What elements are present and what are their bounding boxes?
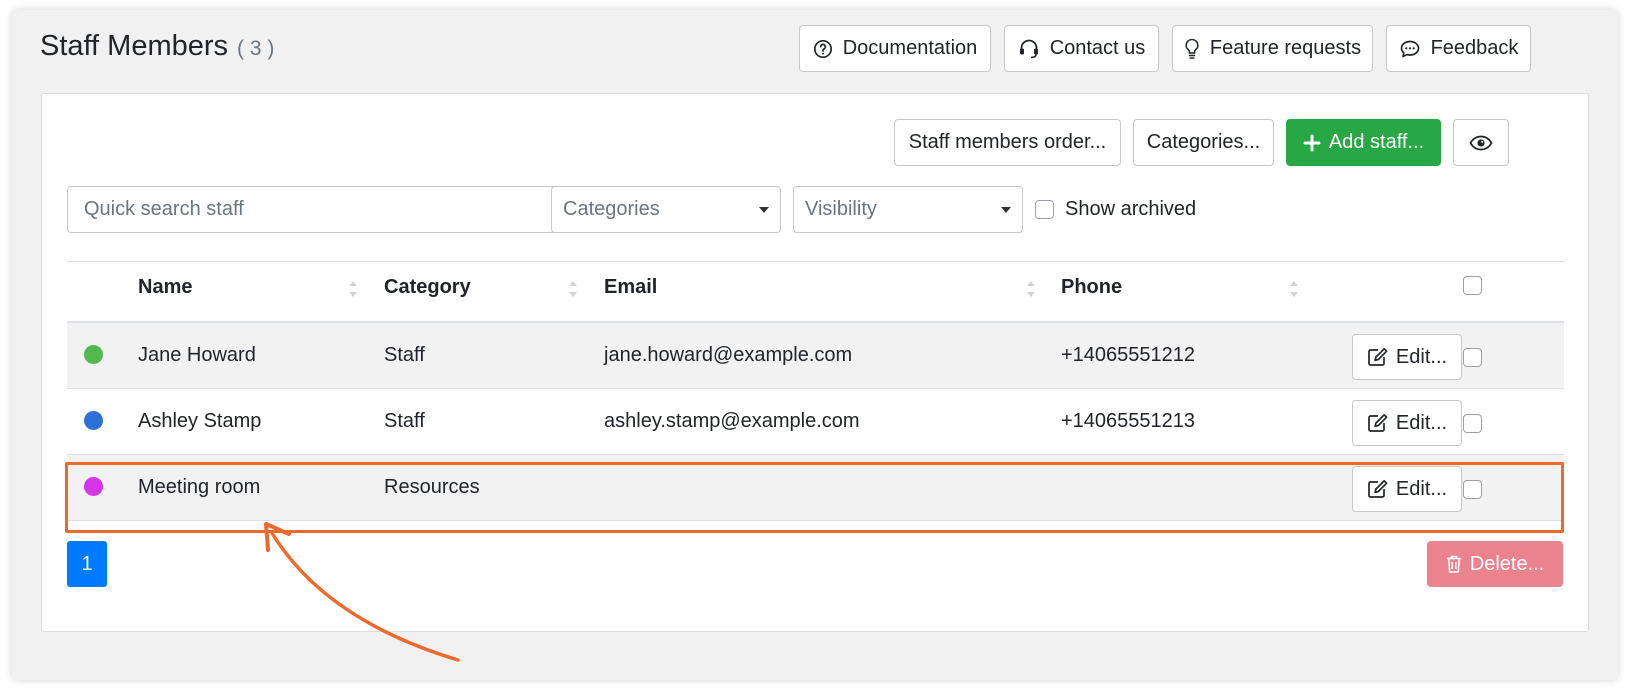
staff-count: ( 3 ) (237, 37, 275, 60)
staff-email: ashley.stamp@example.com (604, 410, 860, 432)
feature-requests-button[interactable]: Feature requests (1172, 25, 1373, 72)
show-archived-toggle[interactable]: Show archived (1035, 198, 1196, 221)
table-row: Jane Howard Staff jane.howard@example.co… (67, 323, 1564, 389)
categories-button[interactable]: Categories... (1133, 119, 1274, 166)
page-title-text: Staff Members (40, 30, 229, 62)
headset-icon (1019, 39, 1038, 58)
staff-name: Jane Howard (138, 344, 256, 366)
staff-name: Meeting room (138, 476, 261, 498)
edit-label: Edit... (1395, 411, 1448, 434)
lightbulb-icon (1185, 38, 1199, 59)
staff-category: Staff (384, 344, 425, 366)
add-staff-label: Add staff... (1328, 131, 1425, 153)
table-divider (67, 261, 1564, 262)
feedback-button[interactable]: Feedback (1386, 25, 1531, 72)
documentation-button[interactable]: Documentation (799, 25, 991, 72)
visibility-select-value: Visibility (805, 198, 877, 220)
sort-icon[interactable] (349, 280, 357, 298)
categories-select[interactable]: Categories (551, 186, 781, 233)
contact-us-label: Contact us (1049, 37, 1146, 59)
edit-label: Edit... (1395, 477, 1448, 500)
contact-us-button[interactable]: Contact us (1004, 25, 1159, 72)
chat-bubble-icon (1400, 40, 1419, 57)
question-circle-icon (813, 39, 832, 58)
visibility-select[interactable]: Visibility (793, 186, 1023, 233)
staff-category: Staff (384, 410, 425, 432)
staff-phone: +14065551213 (1061, 410, 1196, 432)
staff-name: Ashley Stamp (138, 410, 262, 432)
visibility-toggle-button[interactable] (1453, 119, 1509, 166)
staff-color-dot (84, 345, 103, 364)
feature-requests-label: Feature requests (1209, 37, 1362, 59)
staff-card: Staff members order... Categories... Add… (41, 93, 1589, 632)
staff-email: jane.howard@example.com (604, 344, 853, 366)
edit-label: Edit... (1395, 345, 1448, 368)
staff-color-dot (84, 411, 103, 430)
trash-icon (1446, 555, 1461, 573)
chevron-down-icon (1001, 206, 1011, 213)
edit-icon (1368, 347, 1388, 366)
delete-label: Delete... (1469, 552, 1545, 575)
column-header-name[interactable]: Name (138, 276, 192, 299)
edit-button[interactable]: Edit... (1352, 466, 1462, 512)
delete-button[interactable]: Delete... (1427, 541, 1563, 587)
sort-icon[interactable] (569, 280, 577, 298)
add-staff-button[interactable]: Add staff... (1286, 119, 1441, 166)
categories-select-value: Categories (563, 198, 660, 220)
column-header-category[interactable]: Category (384, 276, 471, 299)
table-row: Ashley Stamp Staff ashley.stamp@example.… (67, 389, 1564, 455)
edit-button[interactable]: Edit... (1352, 400, 1462, 446)
column-header-phone[interactable]: Phone (1061, 276, 1122, 299)
staff-color-dot (84, 477, 103, 496)
eye-icon (1469, 135, 1493, 150)
feedback-label: Feedback (1430, 37, 1519, 59)
quick-search-input[interactable] (67, 186, 558, 233)
plus-icon (1303, 134, 1321, 151)
edit-button[interactable]: Edit... (1352, 334, 1462, 380)
documentation-label: Documentation (842, 37, 978, 59)
sort-icon[interactable] (1027, 280, 1035, 298)
staff-order-button[interactable]: Staff members order... (894, 119, 1121, 166)
page-title: Staff Members ( 3 ) (40, 30, 274, 63)
column-header-email[interactable]: Email (604, 276, 657, 299)
select-all-checkbox[interactable] (1463, 276, 1482, 295)
chevron-down-icon (759, 206, 769, 213)
sort-icon[interactable] (1290, 280, 1298, 298)
staff-category: Resources (384, 476, 480, 498)
show-archived-checkbox[interactable] (1035, 200, 1054, 219)
row-checkbox[interactable] (1463, 414, 1482, 433)
edit-icon (1368, 479, 1388, 498)
pagination-page-1[interactable]: 1 (67, 541, 107, 587)
categories-label: Categories... (1146, 131, 1261, 153)
show-archived-label: Show archived (1065, 198, 1197, 220)
staff-order-label: Staff members order... (908, 131, 1107, 153)
staff-phone: +14065551212 (1061, 344, 1196, 366)
table-row: Meeting room Resources Edit... (67, 455, 1564, 521)
row-checkbox[interactable] (1463, 480, 1482, 499)
edit-icon (1368, 413, 1388, 432)
row-checkbox[interactable] (1463, 348, 1482, 367)
